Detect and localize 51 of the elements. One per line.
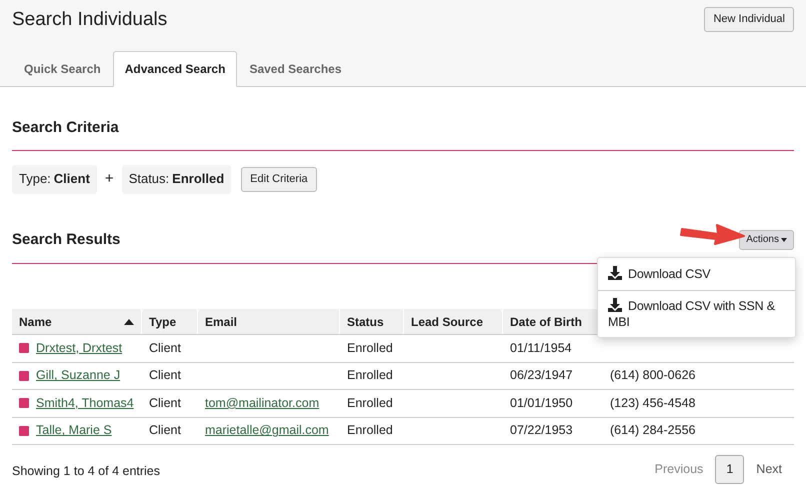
column-header[interactable]: Lead Source — [404, 309, 503, 334]
table-cell-text: 01/11/1954 — [510, 340, 572, 357]
arrow-drawing — [678, 221, 746, 245]
table-cell-text: Enrolled — [347, 394, 393, 412]
name-link[interactable]: Drxtest, Drxtest — [36, 338, 122, 358]
criteria-chip: Status: Enrolled — [122, 164, 232, 194]
sort-icon — [124, 318, 134, 324]
status-square-icon — [19, 343, 29, 354]
table-cell-text: 01/01/1950 — [510, 394, 573, 412]
table-cell-text: Enrolled — [347, 367, 393, 384]
actions-button[interactable]: Actions — [739, 230, 794, 250]
email-link[interactable]: marietalle@gmail.com — [205, 421, 329, 440]
email-link[interactable]: tom@mailinator.com — [205, 394, 320, 413]
table-cell-text: Enrolled — [347, 340, 393, 357]
tab[interactable]: Saved Searches — [237, 51, 354, 87]
name-link[interactable]: Talle, Marie S — [36, 421, 112, 440]
section-heading: Search Results — [12, 230, 120, 250]
name-link[interactable]: Smith4, Thomas4 — [36, 394, 134, 413]
column-header[interactable]: Status — [340, 309, 404, 334]
table-cell-text: (614) 284-2556 — [610, 422, 696, 440]
status-square-icon — [19, 370, 29, 381]
tab[interactable]: Quick Search — [12, 51, 113, 87]
new-individual-button[interactable]: New Individual — [704, 7, 794, 32]
download-icon — [608, 298, 622, 312]
page-button[interactable]: 1 — [715, 455, 744, 484]
column-header[interactable]: Name — [12, 309, 142, 334]
column-header[interactable]: Type — [142, 309, 198, 334]
tab[interactable]: Advanced Search — [112, 51, 238, 87]
menu-item[interactable]: Download CSV with SSN & MBI — [598, 290, 795, 337]
status-square-icon — [19, 426, 29, 436]
table-cell-text: Client — [149, 422, 181, 440]
edit-criteria-button[interactable]: Edit Criteria — [241, 166, 317, 192]
menu-item[interactable]: Download CSV — [598, 258, 795, 290]
download-icon — [608, 266, 622, 280]
table-cell-text: Client — [149, 340, 181, 357]
next-button[interactable]: Next — [744, 455, 794, 484]
table-cell-text: 07/22/1953 — [510, 422, 573, 440]
criteria-chip: Type: Client — [12, 164, 97, 194]
page-title: Search Individuals — [12, 8, 168, 32]
table-cell-text: (123) 456-4548 — [610, 394, 696, 412]
table-cell-text: Client — [149, 394, 181, 412]
table-cell-text: Client — [149, 367, 181, 384]
table-cell-text: Enrolled — [347, 422, 393, 440]
status-square-icon — [19, 398, 29, 408]
table-cell-text: (614) 800-0626 — [610, 367, 696, 384]
column-header[interactable]: Email — [198, 309, 340, 334]
name-link[interactable]: Gill, Suzanne J — [36, 366, 120, 386]
plus-sign: + — [104, 168, 115, 189]
entries-summary: Showing 1 to 4 of 4 entries — [12, 463, 160, 480]
table-cell-text: 06/23/1947 — [510, 367, 573, 384]
section-heading: Search Criteria — [12, 119, 119, 136]
